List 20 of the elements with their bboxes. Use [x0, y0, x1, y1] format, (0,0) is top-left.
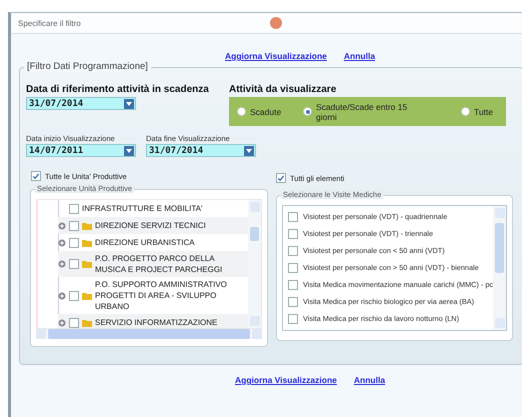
- date-field[interactable]: 31/07/2014: [146, 144, 256, 157]
- radio-option[interactable]: Scadute/Scade entro 15 giorni: [303, 102, 427, 122]
- tree-item[interactable]: P.O. SUPPORTO AMMINISTRATIVO PROGETTI DI AREA - SVILUPPO URBANO: [58, 277, 248, 314]
- tree-item[interactable]: DIREZIONE SERVIZI TECNICI: [58, 217, 248, 234]
- link[interactable]: Annulla: [344, 51, 376, 61]
- tree-item[interactable]: P.O. PROGETTO PARCO DELLA MUSICA E PROJECT PARCHEGGI: [58, 251, 248, 277]
- radio-option[interactable]: Tutte: [433, 106, 493, 116]
- tree-item[interactable]: INFRASTRUTTURE E MOBILITA': [58, 200, 248, 217]
- date-field[interactable]: 14/07/2011: [26, 144, 136, 157]
- radio-option[interactable]: Scadute: [237, 106, 297, 116]
- panel-legend: [Filtro Dati Programmazione]: [24, 61, 151, 72]
- date-field[interactable]: 31/07/2014: [26, 97, 136, 110]
- link[interactable]: Annulla: [354, 375, 386, 385]
- link[interactable]: Aggiorna Visualizzazione: [235, 375, 337, 385]
- field-label: Attività da visualizzare: [229, 84, 338, 95]
- link[interactable]: Aggiorna Visualizzazione: [225, 51, 327, 61]
- tree-item[interactable]: DIREZIONE URBANISTICA: [58, 234, 248, 251]
- field-label: Data di riferimento attività in scadenza: [26, 84, 210, 95]
- window-title: Specificare il filtro: [18, 18, 82, 28]
- tree-item[interactable]: SERVIZIO INFORMATIZZAZIONE: [58, 314, 248, 328]
